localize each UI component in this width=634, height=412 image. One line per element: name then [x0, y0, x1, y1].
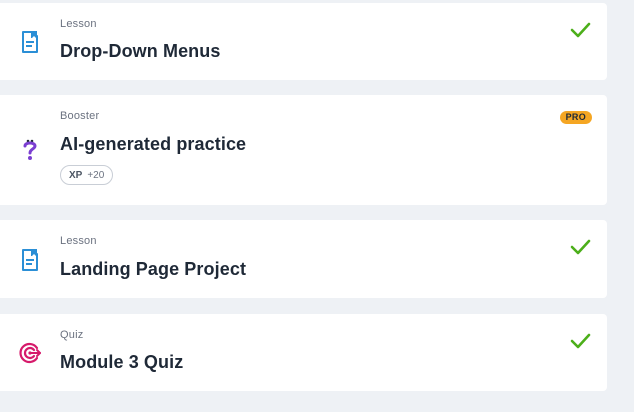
item-title: Drop-Down Menus: [60, 41, 221, 61]
list-item-module-3-quiz[interactable]: Quiz Module 3 Quiz: [0, 314, 607, 391]
list-item-drop-down-menus[interactable]: Lesson Drop-Down Menus: [0, 3, 607, 80]
question-icon: [23, 139, 37, 160]
item-type: Quiz: [60, 329, 84, 341]
item-title: Module 3 Quiz: [60, 352, 184, 372]
item-title: AI-generated practice: [60, 134, 247, 154]
xp-reward-pill: XP +20: [60, 165, 114, 185]
target-icon: [19, 342, 41, 364]
item-type: Lesson: [60, 235, 97, 247]
lesson-icon: [22, 249, 38, 271]
item-type: Lesson: [60, 18, 97, 30]
checkmark-icon: [570, 239, 591, 255]
item-type: Booster: [60, 110, 100, 122]
xp-value: +20: [87, 169, 105, 181]
item-title: Landing Page Project: [60, 259, 247, 279]
list-item-landing-page-project[interactable]: Lesson Landing Page Project: [0, 220, 607, 298]
lesson-icon: [22, 31, 38, 53]
pro-badge: PRO: [559, 111, 592, 124]
checkmark-icon: [570, 333, 591, 349]
checkmark-icon: [570, 22, 591, 38]
xp-label: XP: [69, 169, 83, 181]
list-item-ai-generated-practice[interactable]: Booster AI-generated practice XP +20 PRO: [0, 95, 607, 205]
